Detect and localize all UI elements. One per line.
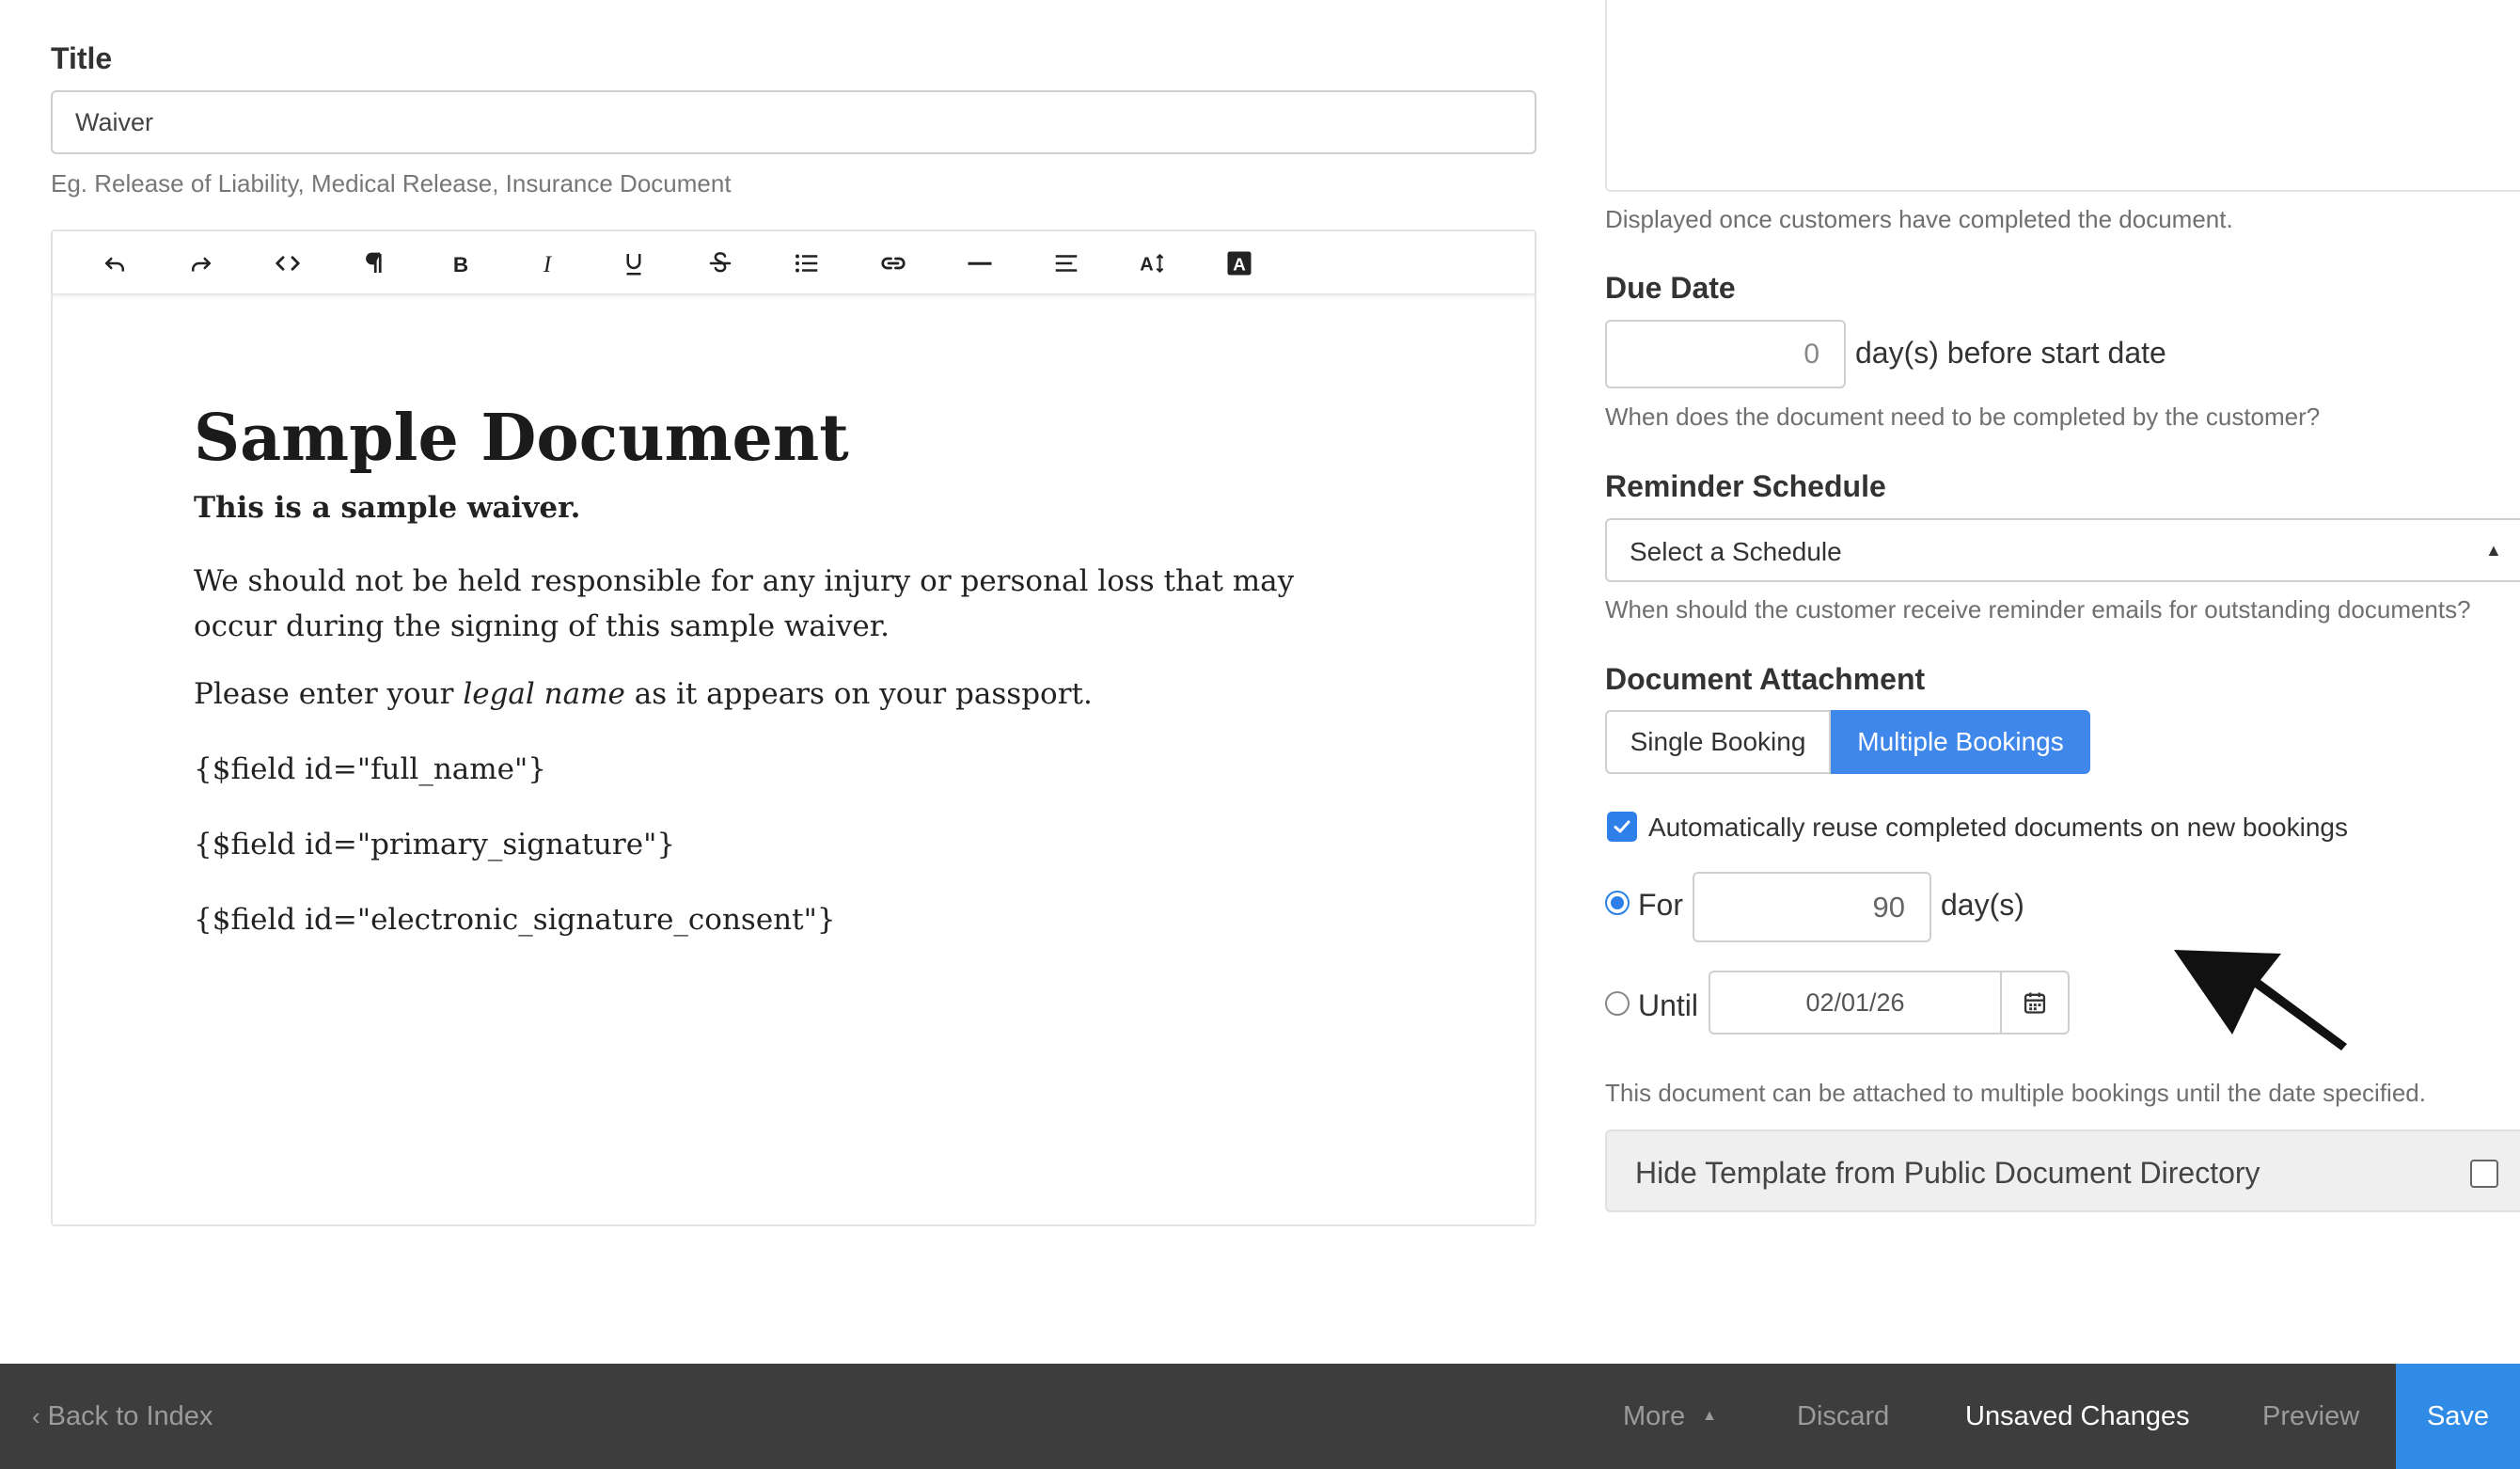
paragraph-icon[interactable] [355,245,393,282]
name-emphasis: legal name [463,677,625,711]
document-intro: This is a sample waiver. [194,491,581,525]
pointer-arrow-icon [2174,950,2347,1050]
until-radio[interactable] [1605,991,1630,1016]
single-booking-button[interactable]: Single Booking [1605,710,1831,774]
reuse-documents-label: Automatically reuse completed documents … [1648,813,2348,842]
caret-up-icon: ▲ [1702,1408,1717,1424]
field-full-name: {$field id="full_name"} [194,752,547,786]
back-to-index-label: Back to Index [47,1400,213,1431]
document-name-instruction: Please enter your legal name as it appea… [194,671,1369,717]
document-heading: Sample Document [194,401,849,476]
rich-text-editor[interactable]: B I A A Sample Document This is a sample… [51,229,1536,1226]
until-date-input[interactable] [1710,972,2000,1033]
hide-template-row[interactable]: Hide Template from Public Document Direc… [1605,1129,2520,1212]
name-prefix: Please enter your [194,677,464,711]
svg-text:A: A [1140,255,1153,276]
more-label: More [1623,1400,1686,1431]
horizontal-rule-icon[interactable] [961,245,999,282]
reuse-documents-checkbox[interactable] [1607,812,1637,842]
discard-button[interactable]: Discard [1797,1364,1889,1469]
underline-icon[interactable] [615,245,653,282]
due-date-suffix: day(s) before start date [1855,336,2166,370]
hide-template-checkbox[interactable] [2470,1160,2498,1188]
hide-template-label: Hide Template from Public Document Direc… [1635,1156,2260,1190]
undo-icon[interactable] [96,245,134,282]
for-radio-label: For [1638,888,1683,922]
redo-icon[interactable] [182,245,220,282]
calendar-icon[interactable] [2000,972,2068,1033]
completion-help-text: Displayed once customers have completed … [1605,205,2233,233]
until-date-group [1709,971,2070,1035]
field-electronic-consent: {$field id="electronic_signature_consent… [194,903,836,937]
link-icon[interactable] [874,245,912,282]
attachment-help-text: This document can be attached to multipl… [1605,1079,2426,1107]
italic-icon[interactable]: I [528,245,566,282]
due-date-label: Due Date [1605,271,1736,305]
code-view-icon[interactable] [269,245,307,282]
footer-action-bar: ‹ Back to Index More ▲ Discard Unsaved Cha… [0,1364,2520,1469]
completion-message-textarea[interactable] [1605,0,2520,192]
save-button[interactable]: Save [2396,1364,2520,1469]
preview-button[interactable]: Preview [2262,1364,2359,1469]
caret-up-icon: ▲ [2485,541,2502,560]
chevron-left-icon: ‹ [32,1401,40,1430]
due-date-help-text: When does the document need to be comple… [1605,403,2321,431]
svg-text:B: B [453,253,468,276]
font-size-icon[interactable]: A [1134,245,1172,282]
font-color-icon[interactable]: A [1221,245,1258,282]
for-days-input[interactable] [1693,872,1931,942]
due-date-input[interactable] [1605,320,1846,388]
reminder-schedule-label: Reminder Schedule [1605,469,1886,503]
list-icon[interactable] [788,245,826,282]
for-days-suffix: day(s) [1941,888,2024,922]
reminder-help-text: When should the customer receive reminde… [1605,595,2471,624]
strikethrough-icon[interactable] [701,245,739,282]
editor-toolbar: B I A A [53,231,1535,295]
title-help-text: Eg. Release of Liability, Medical Releas… [51,169,732,197]
align-icon[interactable] [1047,245,1085,282]
svg-text:A: A [1233,255,1246,275]
title-input[interactable] [51,90,1536,154]
unsaved-changes-status: Unsaved Changes [1965,1400,2190,1431]
checkmark-icon [1614,820,1630,833]
for-radio[interactable] [1605,891,1630,915]
back-to-index-link[interactable]: ‹ Back to Index [32,1364,213,1469]
multiple-bookings-button[interactable]: Multiple Bookings [1831,710,2090,774]
document-paragraph: We should not be held responsible for an… [194,564,1295,643]
title-label: Title [51,41,113,75]
until-radio-label: Until [1638,988,1699,1022]
svg-text:I: I [543,252,553,277]
reminder-schedule-value: Select a Schedule [1630,537,1842,566]
name-suffix: as it appears on your passport. [624,677,1093,711]
document-attachment-label: Document Attachment [1605,662,1926,696]
more-menu-button[interactable]: More ▲ [1623,1364,1717,1469]
field-primary-signature: {$field id="primary_signature"} [194,828,676,861]
reminder-schedule-select[interactable]: Select a Schedule ▲ [1605,518,2520,582]
bold-icon[interactable]: B [442,245,480,282]
